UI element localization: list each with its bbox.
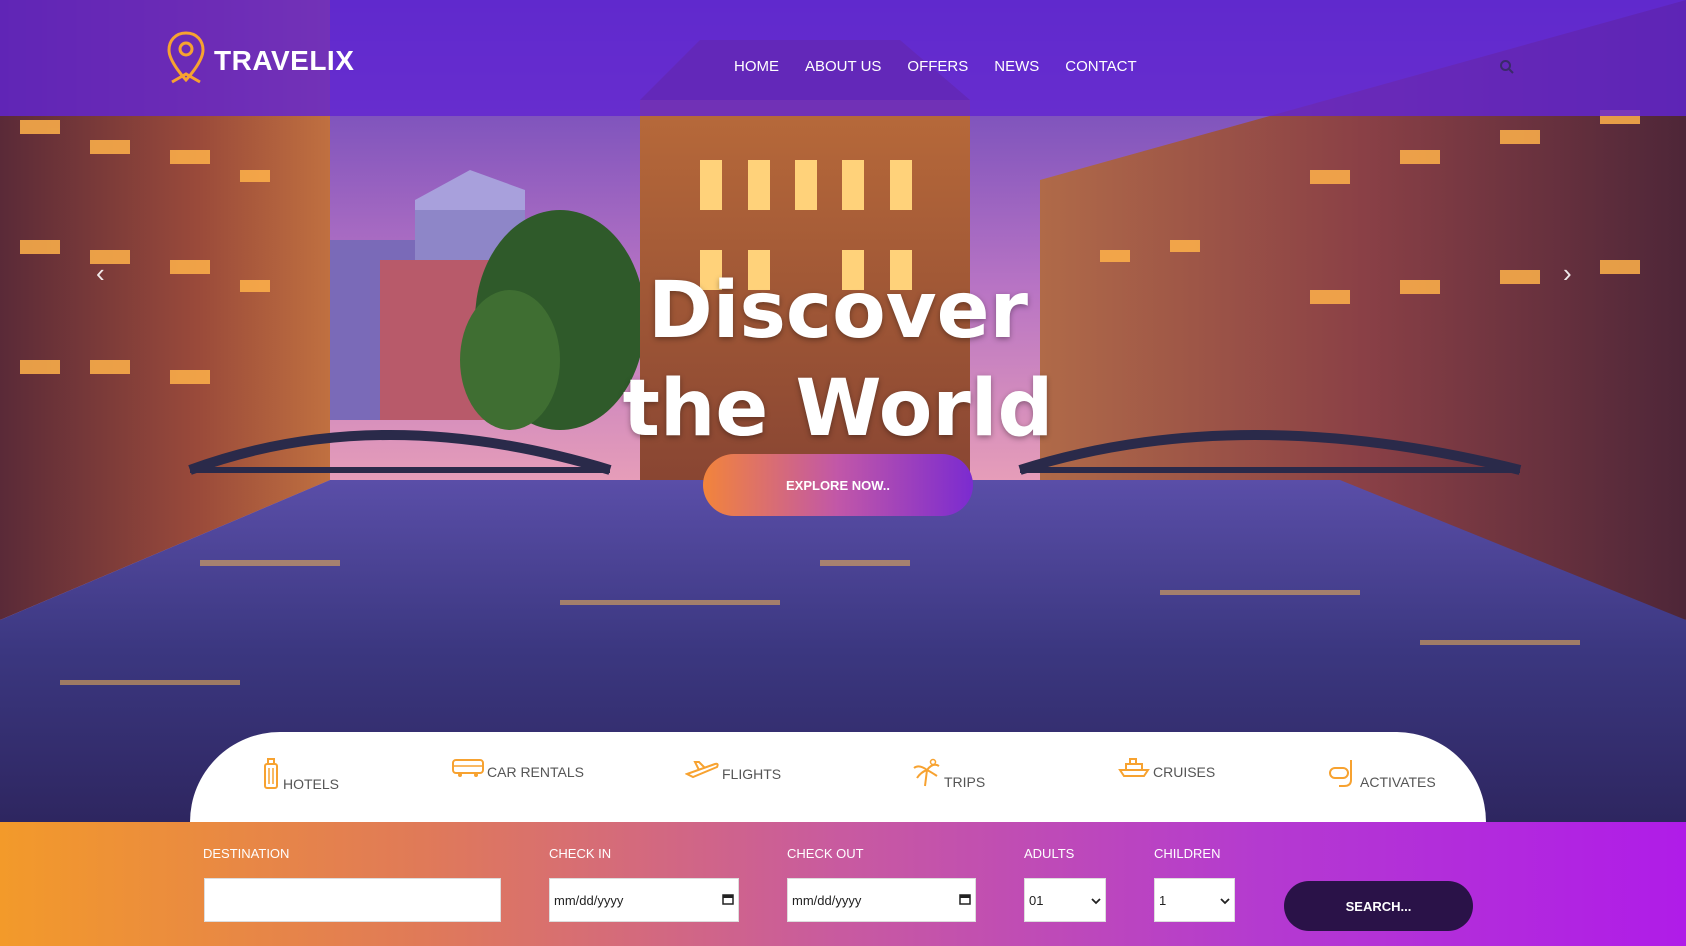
headline-line-1: Discover: [648, 266, 1028, 356]
children-select[interactable]: 1: [1154, 878, 1235, 922]
tab-hotels-label: HOTELS: [283, 776, 340, 792]
calendar-icon[interactable]: [722, 893, 734, 908]
tab-flights[interactable]: FLIGHTS: [684, 758, 782, 783]
tab-hotels[interactable]: HOTELS: [262, 758, 339, 793]
headline-line-2: the World: [622, 364, 1054, 454]
chevron-left-icon[interactable]: ‹: [96, 258, 105, 289]
main-menu: HOME ABOUT US OFFERS NEWS CONTACT: [734, 58, 1137, 75]
tab-car-rentals-label: CAR RENTALS: [487, 764, 584, 780]
children-value: 1: [1159, 892, 1167, 908]
brand-name: TRAVELIX: [214, 44, 355, 76]
calendar-icon[interactable]: [959, 893, 971, 908]
tab-trips-label: TRIPS: [944, 774, 986, 790]
tab-trips[interactable]: TRIPS: [911, 758, 985, 791]
search-button[interactable]: SEARCH...: [1284, 881, 1473, 931]
airplane-icon: [684, 758, 719, 783]
children-label: CHILDREN: [1154, 846, 1221, 861]
tab-car-rentals[interactable]: CAR RENTALS: [452, 758, 584, 781]
adults-value: 01: [1029, 892, 1044, 908]
location-pin-icon: [164, 30, 208, 91]
snorkel-icon: [1327, 758, 1357, 791]
nav-about-us[interactable]: ABOUT US: [805, 58, 881, 75]
checkout-label: CHECK OUT: [787, 846, 864, 861]
search-icon[interactable]: [1499, 59, 1515, 80]
explore-now-button[interactable]: EXPLORE NOW..: [703, 454, 973, 516]
top-navbar: TRAVELIX HOME ABOUT US OFFERS NEWS CONTA…: [0, 0, 1686, 116]
checkin-placeholder: mm/dd/yyyy: [554, 892, 624, 908]
destination-label: DESTINATION: [203, 846, 290, 861]
nav-news[interactable]: NEWS: [994, 58, 1039, 75]
chevron-down-icon: [1220, 893, 1230, 908]
ship-icon: [1118, 758, 1150, 781]
checkin-label: CHECK IN: [549, 846, 612, 861]
island-icon: [911, 758, 941, 791]
nav-home[interactable]: HOME: [734, 58, 779, 75]
checkout-date-input[interactable]: mm/dd/yyyy: [787, 878, 976, 922]
search-bar: DESTINATION CHECK IN mm/dd/yyyy CHECK OU…: [0, 822, 1686, 946]
hero-headline: Discover the World: [560, 262, 1116, 458]
adults-label: ADULTS: [1024, 846, 1075, 861]
category-tabs: HOTELS CAR RENTALS FLIGHTS TRIPS CRUISES…: [190, 732, 1486, 822]
adults-select[interactable]: 01: [1024, 878, 1106, 922]
checkout-placeholder: mm/dd/yyyy: [792, 892, 862, 908]
checkin-date-input[interactable]: mm/dd/yyyy: [549, 878, 739, 922]
tab-activates-label: ACTIVATES: [1360, 774, 1436, 790]
tab-flights-label: FLIGHTS: [722, 766, 782, 782]
tab-cruises[interactable]: CRUISES: [1118, 758, 1215, 781]
suitcase-icon: [262, 758, 280, 793]
tab-cruises-label: CRUISES: [1153, 764, 1216, 780]
chevron-right-icon[interactable]: ›: [1563, 258, 1572, 289]
brand-logo[interactable]: TRAVELIX: [164, 30, 354, 91]
bus-icon: [452, 758, 484, 781]
tab-activates[interactable]: ACTIVATES: [1327, 758, 1436, 791]
nav-offers[interactable]: OFFERS: [907, 58, 968, 75]
nav-contact[interactable]: CONTACT: [1065, 58, 1136, 75]
destination-input[interactable]: [204, 878, 501, 922]
chevron-down-icon: [1091, 893, 1101, 908]
